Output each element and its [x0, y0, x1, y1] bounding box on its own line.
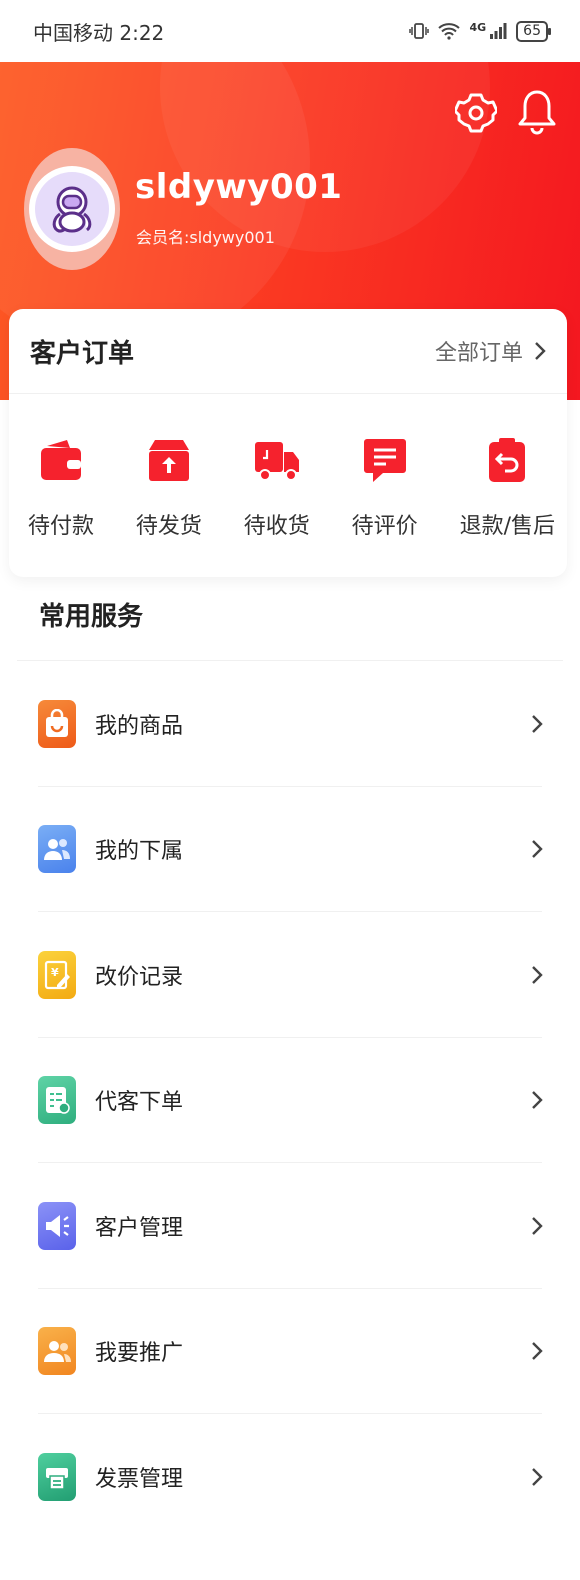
notification-bell-icon[interactable] [516, 88, 558, 136]
avatar[interactable] [24, 148, 120, 270]
service-label: 客户管理 [95, 1215, 184, 1241]
shopping-bag-icon [38, 699, 76, 748]
network-type: 4G [469, 20, 487, 34]
order-status-pending-payment[interactable]: 待付款 [28, 434, 94, 540]
order-status-refund[interactable]: 退款/售后 [460, 434, 555, 540]
promote-users-icon [38, 1327, 76, 1376]
box-upload-icon [148, 440, 189, 481]
service-my-products[interactable]: 我的商品 [0, 661, 580, 787]
megaphone-icon [38, 1201, 76, 1250]
wallet-icon [41, 440, 81, 480]
service-label: 代客下单 [95, 1090, 184, 1116]
service-invoice-management[interactable]: 发票管理 [0, 1414, 580, 1540]
customer-orders-card: 客户订单 全部订单 待付款 待发货 待收货 待评价 退款/售后 [9, 309, 567, 577]
subordinates-icon [38, 825, 76, 874]
all-orders-label: 全部订单 [434, 341, 523, 366]
wifi-icon [438, 23, 461, 40]
service-promote[interactable]: 我要推广 [0, 1289, 580, 1415]
order-status-pending-shipment[interactable]: 待发货 [136, 434, 202, 540]
invoice-printer-icon [38, 1452, 76, 1501]
chevron-right-icon [532, 965, 543, 984]
astronaut-avatar-icon [52, 186, 92, 233]
service-label: 改价记录 [95, 964, 184, 990]
order-status-label: 待评价 [351, 514, 418, 539]
username: sldywy001 [135, 167, 343, 207]
chevron-right-icon [532, 840, 543, 859]
order-status-pending-receipt[interactable]: 待收货 [244, 434, 310, 540]
delivery-truck-icon [254, 442, 299, 481]
service-customer-management[interactable]: 客户管理 [0, 1163, 580, 1289]
order-status-label: 待收货 [243, 514, 310, 539]
battery-indicator: 65 [516, 20, 551, 42]
chevron-right-icon [532, 1091, 543, 1110]
status-icons: 4G 65 [409, 20, 551, 42]
carrier-time: 中国移动 2:22 [33, 20, 165, 45]
vibrate-icon [409, 23, 430, 39]
refund-icon [489, 438, 526, 482]
order-status-label: 待发货 [135, 514, 202, 539]
order-status-label: 退款/售后 [459, 514, 555, 539]
all-orders-link[interactable]: 全部订单 [435, 335, 547, 367]
settings-gear-icon[interactable] [455, 88, 497, 136]
order-list-icon [38, 1076, 76, 1125]
order-status-pending-review[interactable]: 待评价 [352, 434, 418, 540]
status-bar: 中国移动 2:22 4G 65 [0, 0, 580, 62]
service-my-subordinates[interactable]: 我的下属 [0, 787, 580, 913]
chevron-right-icon [532, 1342, 543, 1361]
orders-header: 客户订单 全部订单 [9, 309, 567, 394]
comment-icon [363, 439, 406, 482]
chevron-right-icon [535, 342, 546, 360]
services-list: 我的商品 我的下属 ¥ 改价记录 代客下单 客户管理 我要推广 发票管理 [0, 661, 580, 1540]
svg-text:¥: ¥ [51, 966, 59, 979]
signal-icon [490, 23, 507, 39]
service-label: 发票管理 [95, 1466, 184, 1492]
service-order-for-customer[interactable]: 代客下单 [0, 1038, 580, 1164]
service-label: 我的商品 [95, 713, 184, 739]
order-status-label: 待付款 [28, 514, 95, 539]
service-label: 我要推广 [95, 1341, 184, 1367]
orders-title: 客户订单 [30, 338, 135, 369]
member-name: 会员名:sldywy001 [136, 228, 275, 247]
service-price-change-records[interactable]: ¥ 改价记录 [0, 912, 580, 1038]
chevron-right-icon [532, 1216, 543, 1235]
chevron-right-icon [532, 714, 543, 733]
price-edit-icon: ¥ [38, 950, 76, 999]
chevron-right-icon [532, 1467, 543, 1486]
service-label: 我的下属 [95, 839, 184, 865]
services-title: 常用服务 [39, 602, 144, 632]
